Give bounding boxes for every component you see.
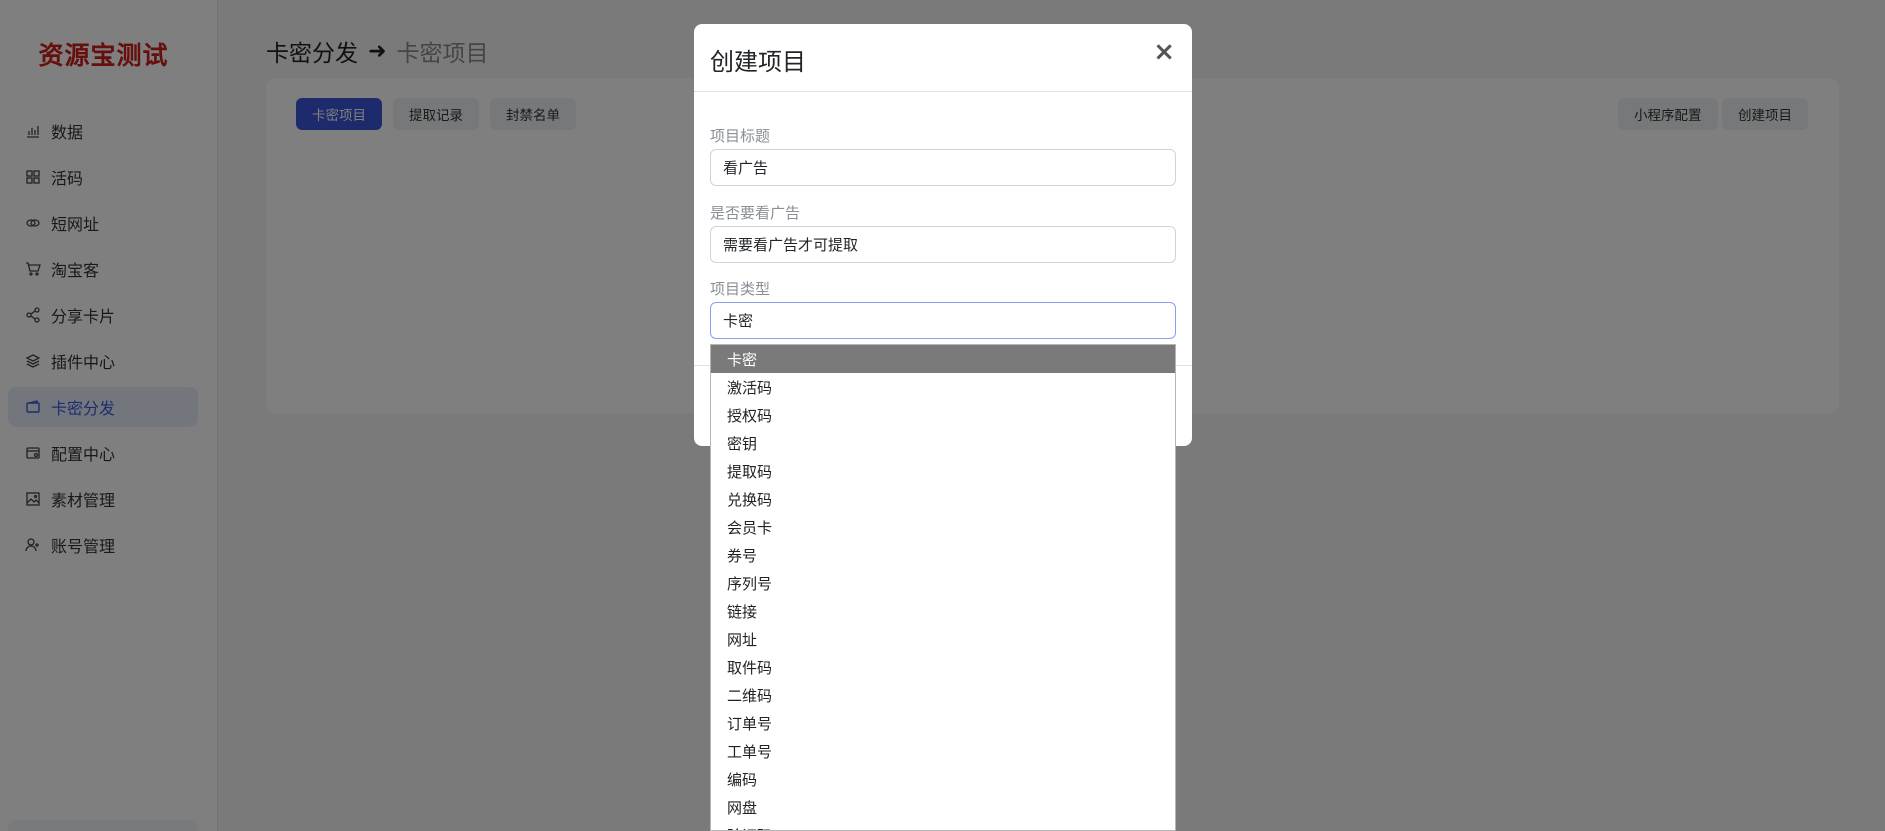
project-type-label: 项目类型 xyxy=(710,280,771,298)
project-type-dropdown[interactable]: 卡密 激活码 授权码 密钥 提取码 兑换码 会员卡 券号 序列号 链接 网址 取… xyxy=(710,344,1176,831)
modal-header: 创建项目 × xyxy=(694,24,1192,92)
close-icon[interactable]: × xyxy=(1153,39,1175,65)
dropdown-option[interactable]: 链接 xyxy=(711,597,1175,625)
watch-ad-label: 是否要看广告 xyxy=(710,204,801,222)
dropdown-option[interactable]: 授权码 xyxy=(711,401,1175,429)
dropdown-option[interactable]: 密钥 xyxy=(711,429,1175,457)
project-type-select[interactable]: 卡密 xyxy=(710,302,1176,339)
dropdown-option[interactable]: 工单号 xyxy=(711,737,1175,765)
dropdown-option[interactable]: 会员卡 xyxy=(711,513,1175,541)
dropdown-option[interactable]: 编码 xyxy=(711,765,1175,793)
watch-ad-select[interactable]: 需要看广告才可提取 xyxy=(710,226,1176,263)
dropdown-option[interactable]: 验证码 xyxy=(711,821,1175,831)
dropdown-option[interactable]: 网盘 xyxy=(711,793,1175,821)
dropdown-option[interactable]: 卡密 xyxy=(711,345,1175,373)
dropdown-option[interactable]: 序列号 xyxy=(711,569,1175,597)
dropdown-option[interactable]: 提取码 xyxy=(711,457,1175,485)
project-title-input[interactable]: 看广告 xyxy=(710,149,1176,186)
modal-title: 创建项目 xyxy=(710,48,806,76)
project-title-label: 项目标题 xyxy=(710,127,771,145)
dropdown-option[interactable]: 激活码 xyxy=(711,373,1175,401)
dropdown-option[interactable]: 取件码 xyxy=(711,653,1175,681)
dropdown-option[interactable]: 二维码 xyxy=(711,681,1175,709)
dropdown-option[interactable]: 订单号 xyxy=(711,709,1175,737)
dropdown-option[interactable]: 券号 xyxy=(711,541,1175,569)
dropdown-option[interactable]: 兑换码 xyxy=(711,485,1175,513)
dropdown-option[interactable]: 网址 xyxy=(711,625,1175,653)
